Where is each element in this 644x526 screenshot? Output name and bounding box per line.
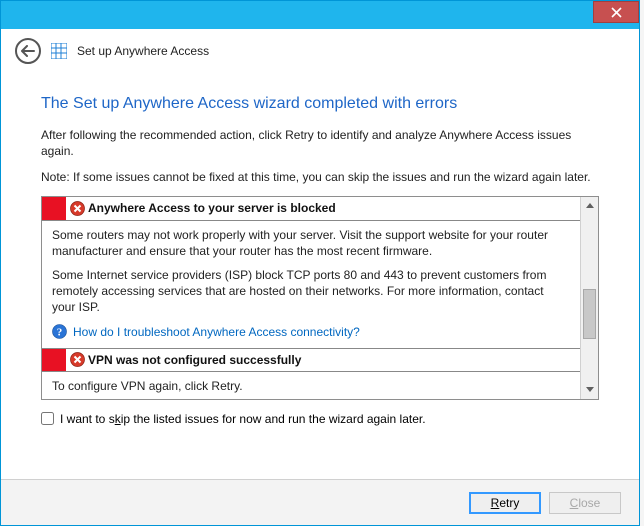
close-icon bbox=[611, 7, 622, 18]
issue-item: Anywhere Access to your server is blocke… bbox=[42, 197, 580, 348]
issue-text: Some Internet service providers (ISP) bl… bbox=[52, 267, 570, 316]
issue-severity-flag bbox=[42, 197, 66, 220]
issues-scroll-area: Anywhere Access to your server is blocke… bbox=[42, 197, 580, 399]
chevron-up-icon bbox=[586, 203, 594, 208]
titlebar bbox=[1, 1, 639, 29]
scroll-thumb[interactable] bbox=[583, 289, 596, 339]
issue-header: Anywhere Access to your server is blocke… bbox=[42, 197, 580, 221]
issue-title: VPN was not configured successfully bbox=[88, 353, 301, 367]
skip-issues-checkbox[interactable] bbox=[41, 412, 54, 425]
arrow-left-icon bbox=[21, 45, 35, 57]
footer-buttons: Retry Close bbox=[1, 479, 639, 525]
skip-issues-label: I want to skip the listed issues for now… bbox=[60, 412, 426, 426]
retry-button[interactable]: Retry bbox=[469, 492, 541, 514]
skip-issues-row[interactable]: I want to skip the listed issues for now… bbox=[41, 412, 599, 426]
header-title: Set up Anywhere Access bbox=[77, 44, 209, 58]
content-area: The Set up Anywhere Access wizard comple… bbox=[1, 73, 639, 436]
scroll-down-button[interactable] bbox=[581, 381, 598, 399]
issue-title: Anywhere Access to your server is blocke… bbox=[88, 201, 336, 215]
help-link[interactable]: How do I troubleshoot Anywhere Access co… bbox=[73, 324, 360, 340]
issue-header: VPN was not configured successfully bbox=[42, 348, 580, 372]
error-icon bbox=[66, 201, 88, 216]
page-heading: The Set up Anywhere Access wizard comple… bbox=[41, 95, 599, 113]
issues-list: Anywhere Access to your server is blocke… bbox=[41, 196, 599, 400]
vertical-scrollbar[interactable] bbox=[580, 197, 598, 399]
issue-text: Some routers may not work properly with … bbox=[52, 227, 570, 259]
svg-text:?: ? bbox=[57, 327, 63, 339]
issue-body: To configure VPN again, click Retry. bbox=[42, 372, 580, 399]
issue-body: Some routers may not work properly with … bbox=[42, 221, 580, 348]
help-row: ? How do I troubleshoot Anywhere Access … bbox=[52, 324, 570, 340]
header-bar: Set up Anywhere Access bbox=[1, 29, 639, 73]
close-button: Close bbox=[549, 492, 621, 514]
intro-text: After following the recommended action, … bbox=[41, 127, 599, 159]
app-icon bbox=[51, 43, 67, 59]
error-icon bbox=[66, 352, 88, 367]
issue-text: To configure VPN again, click Retry. bbox=[52, 378, 570, 394]
wizard-window: Set up Anywhere Access The Set up Anywhe… bbox=[0, 0, 640, 526]
scroll-up-button[interactable] bbox=[581, 197, 598, 215]
help-icon: ? bbox=[52, 324, 67, 339]
scroll-track[interactable] bbox=[581, 215, 598, 381]
grid-icon bbox=[51, 43, 67, 59]
back-button[interactable] bbox=[15, 38, 41, 64]
window-close-button[interactable] bbox=[593, 1, 639, 23]
chevron-down-icon bbox=[586, 387, 594, 392]
issue-severity-flag bbox=[42, 349, 66, 371]
issue-item: VPN was not configured successfully To c… bbox=[42, 348, 580, 399]
note-text: Note: If some issues cannot be fixed at … bbox=[41, 169, 599, 185]
